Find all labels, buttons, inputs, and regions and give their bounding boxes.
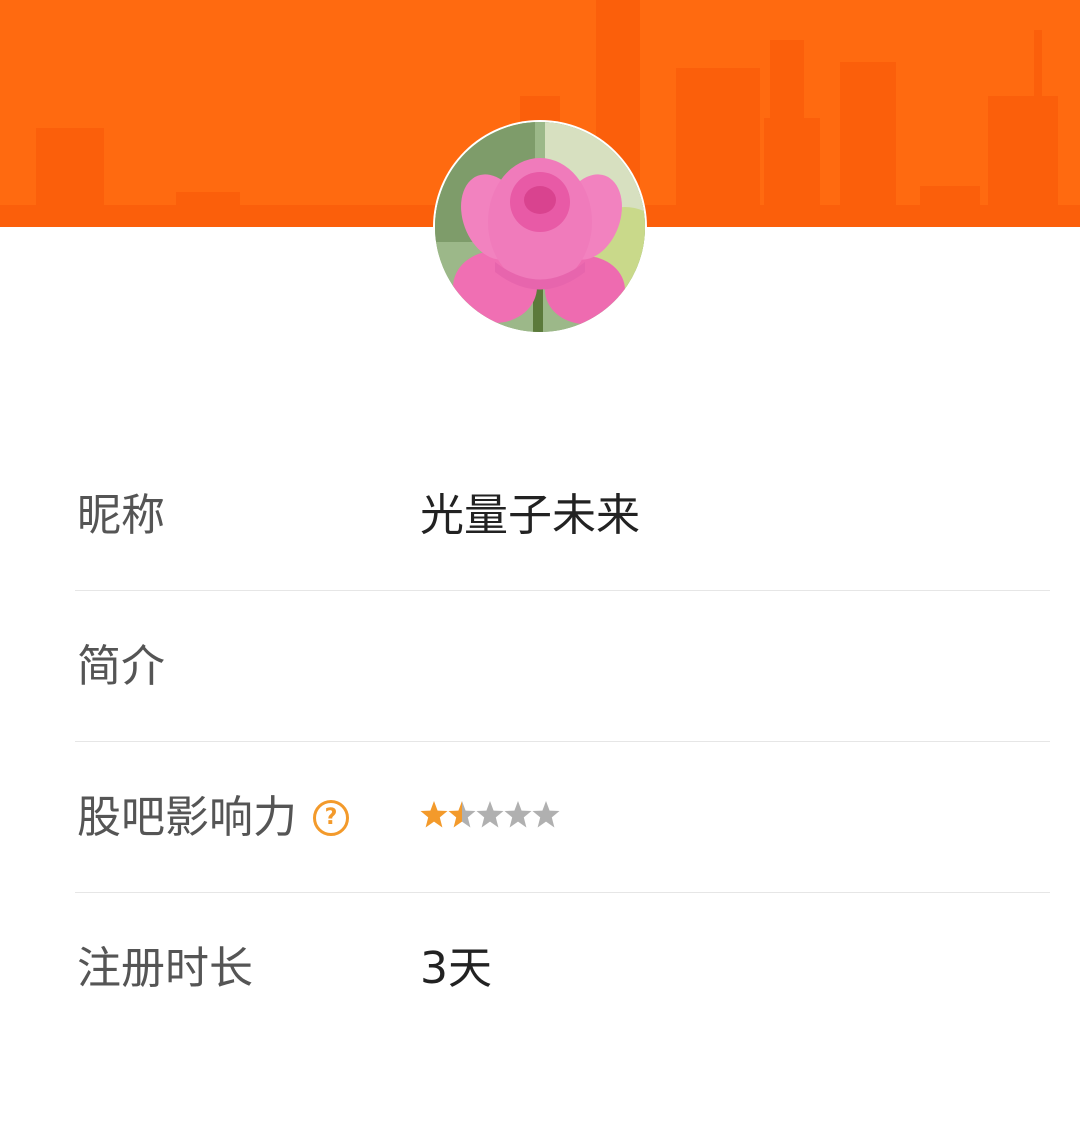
star-icon — [532, 801, 560, 828]
bio-label: 简介 — [77, 641, 165, 692]
user-avatar[interactable] — [435, 122, 645, 332]
influence-label-group: 股吧影响力 ? — [77, 790, 349, 846]
star-icon — [420, 801, 448, 828]
star-icon — [476, 801, 504, 828]
nickname-value: 光量子未来 — [420, 490, 640, 541]
register-duration-label: 注册时长 — [77, 943, 253, 994]
register-duration-row: 注册时长 3天 — [75, 893, 1050, 1043]
star-icon — [448, 801, 476, 828]
influence-label: 股吧影响力 — [77, 792, 297, 843]
profile-page: 昵称 光量子未来 简介 股吧影响力 ? 注册时长 3天 — [0, 0, 1080, 1127]
lotus-flower-photo — [435, 122, 645, 332]
register-duration-value: 3天 — [420, 943, 492, 994]
star-icon — [504, 801, 532, 828]
influence-rating-stars — [420, 800, 560, 830]
influence-row: 股吧影响力 ? — [75, 742, 1050, 893]
nickname-label: 昵称 — [77, 490, 165, 541]
question-circle-icon[interactable]: ? — [313, 800, 349, 836]
profile-info-list: 昵称 光量子未来 简介 股吧影响力 ? 注册时长 3天 — [75, 440, 1050, 1043]
nickname-row: 昵称 光量子未来 — [75, 440, 1050, 591]
bio-row: 简介 — [75, 591, 1050, 742]
